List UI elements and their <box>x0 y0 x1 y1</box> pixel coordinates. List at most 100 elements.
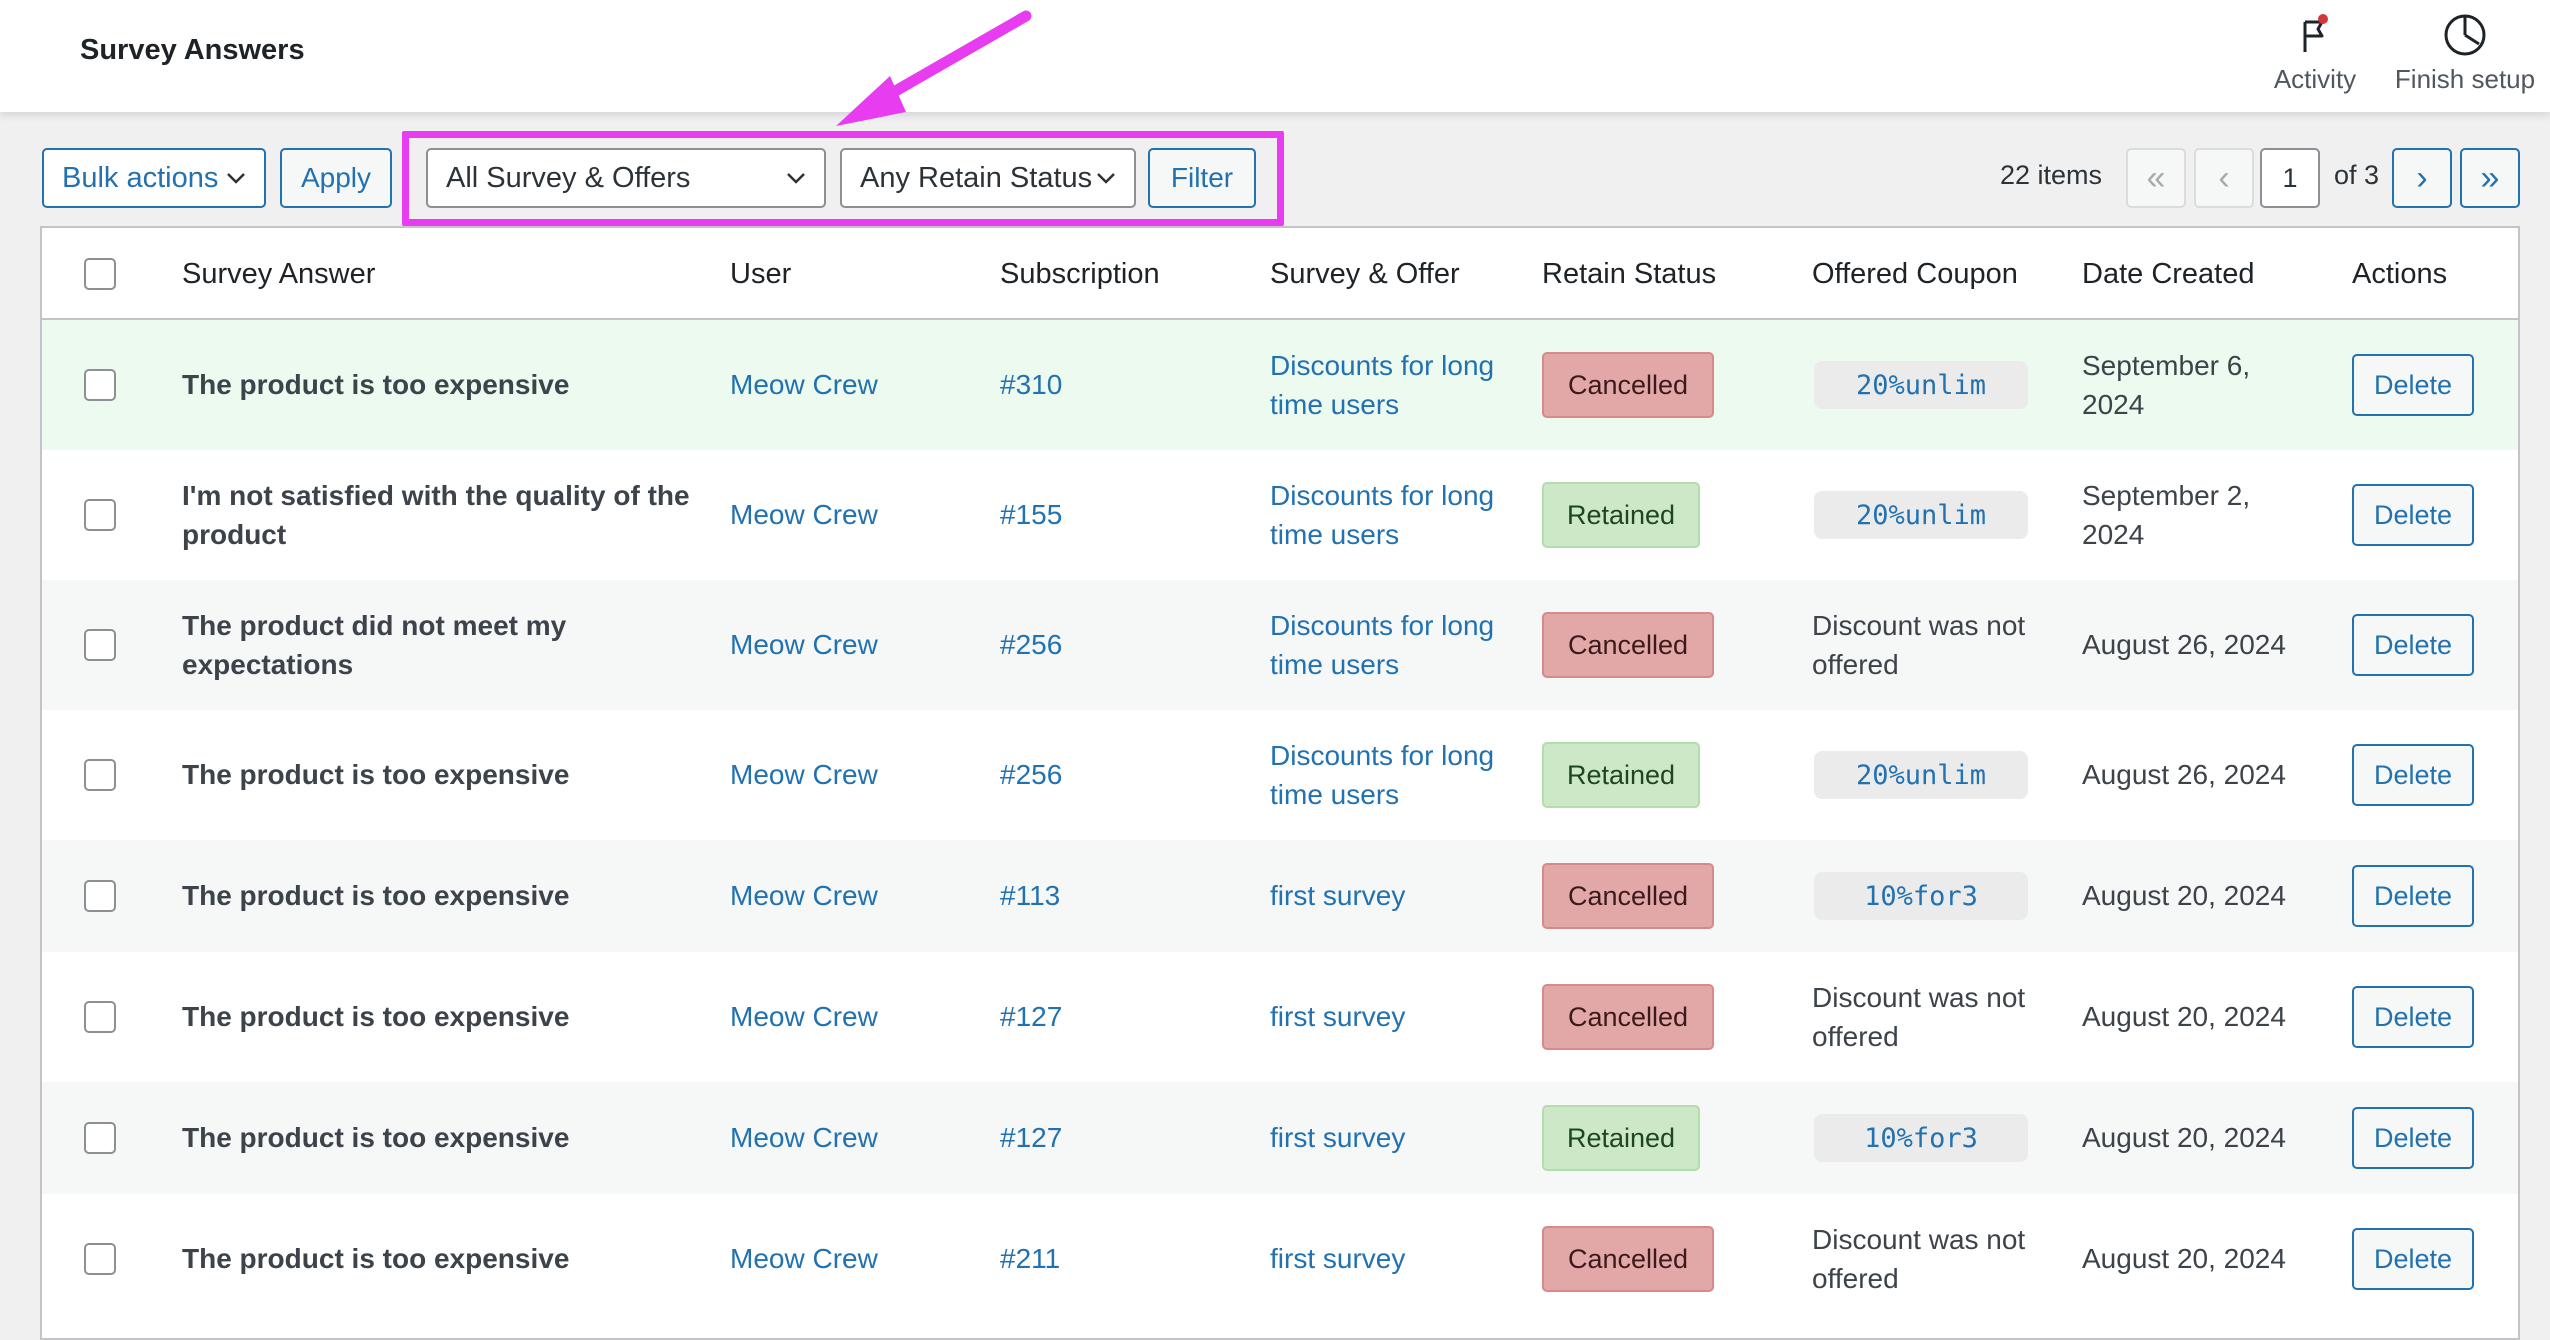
row-checkbox[interactable] <box>84 1001 116 1033</box>
date-created: September 6, 2024 <box>2082 350 2251 420</box>
col-date-created[interactable]: Date Created <box>2082 258 2255 291</box>
coupon-text: Discount was not offered <box>1812 1224 2026 1294</box>
row-checkbox[interactable] <box>84 880 116 912</box>
status-badge: Cancelled <box>1542 863 1714 929</box>
apply-button[interactable]: Apply <box>280 148 392 208</box>
table-row: The product is too expensive Meow Crew #31… <box>42 320 2518 450</box>
row-checkbox[interactable] <box>84 369 116 401</box>
survey-filter-label: All Survey & Offers <box>446 161 691 194</box>
survey-answer-text: I'm not satisfied with the quality of th… <box>182 480 690 550</box>
finish-setup-button[interactable]: Finish setup <box>2380 12 2550 95</box>
survey-offer-link[interactable]: Discounts for long time users <box>1270 736 1500 814</box>
bulk-actions-label: Bulk actions <box>62 161 219 194</box>
flag-notification-icon <box>2303 14 2328 52</box>
filter-button[interactable]: Filter <box>1148 148 1256 208</box>
table-row: The product is too expensive Meow Crew #12… <box>42 952 2518 1082</box>
user-link[interactable]: Meow Crew <box>730 495 878 534</box>
finish-setup-label: Finish setup <box>2394 64 2536 94</box>
status-badge: Retained <box>1542 482 1700 548</box>
subscription-link[interactable]: #127 <box>1000 997 1062 1036</box>
next-page-button[interactable]: › <box>2392 148 2452 208</box>
date-created: August 20, 2024 <box>2082 880 2286 911</box>
status-badge: Cancelled <box>1542 352 1714 418</box>
subscription-link[interactable]: #256 <box>1000 625 1062 664</box>
survey-offer-link[interactable]: Discounts for long time users <box>1270 476 1500 554</box>
survey-answer-text: The product is too expensive <box>182 759 570 790</box>
delete-button[interactable]: Delete <box>2352 354 2474 416</box>
subscription-link[interactable]: #113 <box>1000 876 1060 915</box>
page-total: of 3 <box>2334 160 2380 190</box>
delete-button[interactable]: Delete <box>2352 1107 2474 1169</box>
status-badge: Cancelled <box>1542 984 1714 1050</box>
date-created: August 20, 2024 <box>2082 1122 2286 1153</box>
user-link[interactable]: Meow Crew <box>730 1239 878 1278</box>
date-created: August 26, 2024 <box>2082 759 2286 790</box>
row-checkbox[interactable] <box>84 629 116 661</box>
subscription-link[interactable]: #256 <box>1000 755 1062 794</box>
table-row: The product is too expensive Meow Crew #21… <box>42 1194 2518 1324</box>
col-actions: Actions <box>2352 258 2448 290</box>
date-created: August 26, 2024 <box>2082 629 2286 660</box>
survey-offer-link[interactable]: Discounts for long time users <box>1270 346 1500 424</box>
survey-offer-link[interactable]: first survey <box>1270 876 1500 915</box>
progress-circle-icon <box>2444 14 2486 56</box>
first-page-button[interactable]: « <box>2126 148 2186 208</box>
current-page-input[interactable]: 1 <box>2260 148 2320 208</box>
delete-button[interactable]: Delete <box>2352 865 2474 927</box>
row-checkbox[interactable] <box>84 499 116 531</box>
col-subscription: Subscription <box>1000 258 1160 290</box>
survey-answers-table: Survey Answer User Subscription Survey &… <box>40 226 2520 1340</box>
user-link[interactable]: Meow Crew <box>730 997 878 1036</box>
subscription-link[interactable]: #310 <box>1000 365 1062 404</box>
survey-offer-link[interactable]: first survey <box>1270 1239 1500 1278</box>
coupon-text: Discount was not offered <box>1812 982 2026 1052</box>
delete-button[interactable]: Delete <box>2352 1228 2474 1290</box>
survey-offer-link[interactable]: first survey <box>1270 997 1500 1036</box>
status-badge: Cancelled <box>1542 612 1714 678</box>
prev-page-button[interactable]: ‹ <box>2194 148 2254 208</box>
subscription-link[interactable]: #127 <box>1000 1118 1062 1157</box>
status-badge: Retained <box>1542 1105 1700 1171</box>
annotation-arrow <box>836 10 1032 126</box>
table-row: The product is too expensive Meow Crew #11… <box>42 840 2518 952</box>
coupon-code: 10%for3 <box>1814 872 2028 920</box>
user-link[interactable]: Meow Crew <box>730 1118 878 1157</box>
activity-button[interactable]: Activity <box>2240 12 2390 95</box>
select-all-checkbox[interactable] <box>84 258 116 290</box>
delete-button[interactable]: Delete <box>2352 744 2474 806</box>
row-checkbox[interactable] <box>84 1122 116 1154</box>
user-link[interactable]: Meow Crew <box>730 876 878 915</box>
table-row: The product is too expensive Meow Crew #25… <box>42 710 2518 840</box>
survey-offer-link[interactable]: Discounts for long time users <box>1270 606 1500 684</box>
survey-answer-text: The product is too expensive <box>182 1001 570 1032</box>
survey-filter-select[interactable]: All Survey & Offers <box>426 148 826 208</box>
status-badge: Cancelled <box>1542 1226 1714 1292</box>
coupon-code: 20%unlim <box>1814 491 2028 539</box>
subscription-link[interactable]: #211 <box>1000 1239 1060 1278</box>
subscription-link[interactable]: #155 <box>1000 495 1062 534</box>
row-checkbox[interactable] <box>84 759 116 791</box>
coupon-code: 10%for3 <box>1814 1114 2028 1162</box>
activity-label: Activity <box>2273 64 2357 94</box>
chevron-down-icon <box>227 173 245 184</box>
delete-button[interactable]: Delete <box>2352 986 2474 1048</box>
retain-status-select[interactable]: Any Retain Status <box>840 148 1136 208</box>
col-offered-coupon: Offered Coupon <box>1812 258 2018 290</box>
user-link[interactable]: Meow Crew <box>730 755 878 794</box>
items-count: 22 items <box>2000 160 2103 190</box>
bulk-actions-select[interactable]: Bulk actions <box>42 148 266 208</box>
survey-answer-text: The product is too expensive <box>182 369 570 400</box>
survey-answer-text: The product is too expensive <box>182 1122 570 1153</box>
table-row: I'm not satisfied with the quality of th… <box>42 450 2518 580</box>
survey-offer-link[interactable]: first survey <box>1270 1118 1500 1157</box>
user-link[interactable]: Meow Crew <box>730 625 878 664</box>
user-link[interactable]: Meow Crew <box>730 365 878 404</box>
row-checkbox[interactable] <box>84 1243 116 1275</box>
col-survey-answer[interactable]: Survey Answer <box>182 258 375 291</box>
last-page-button[interactable]: » <box>2460 148 2520 208</box>
chevron-down-icon <box>1097 173 1115 184</box>
delete-button[interactable]: Delete <box>2352 614 2474 676</box>
table-row: The product did not meet my expectations… <box>42 580 2518 710</box>
delete-button[interactable]: Delete <box>2352 484 2474 546</box>
table-row: The product is too expensive Meow Crew #12… <box>42 1082 2518 1194</box>
